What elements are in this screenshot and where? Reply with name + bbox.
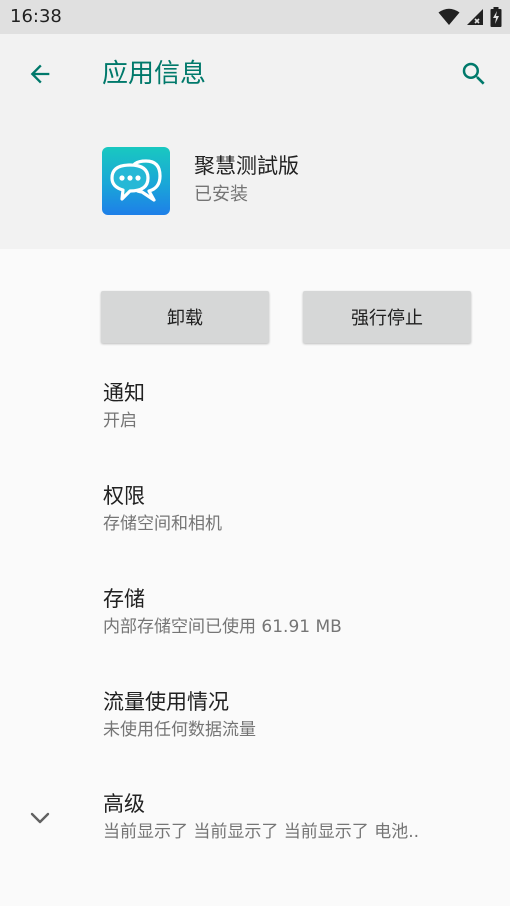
setting-permissions[interactable]: 权限 存储空间和相机 [103, 482, 222, 536]
chevron-down-icon [30, 812, 50, 824]
setting-title: 存储 [103, 587, 145, 611]
setting-summary: 未使用任何数据流量 [103, 720, 256, 740]
setting-summary: 内部存储空间已使用 61.91 MB [103, 617, 342, 637]
setting-title: 流量使用情况 [103, 690, 229, 714]
app-icon [102, 147, 170, 215]
setting-notifications[interactable]: 通知 开启 [103, 379, 145, 433]
page-title: 应用信息 [102, 59, 207, 89]
search-icon [462, 62, 485, 85]
setting-data-usage[interactable]: 流量使用情况 未使用任何数据流量 [103, 688, 256, 742]
uninstall-button[interactable]: 卸载 [101, 291, 269, 343]
app-name: 聚慧测試版 [194, 154, 299, 178]
setting-title: 通知 [103, 381, 145, 405]
app-info-header: 应用信息 聚慧测試版 已安装 [0, 34, 510, 249]
status-icons [438, 6, 502, 28]
setting-title: 高级 [103, 792, 145, 816]
arrow-back-icon [30, 64, 50, 84]
setting-storage[interactable]: 存储 内部存储空间已使用 61.91 MB [103, 585, 342, 639]
expand-advanced-button[interactable] [26, 804, 54, 832]
setting-summary: 当前显示了 当前显示了 当前显示了 电池.. [103, 822, 420, 842]
status-time: 16:38 [10, 6, 62, 27]
setting-advanced[interactable]: 高级 当前显示了 当前显示了 当前显示了 电池.. [103, 790, 419, 844]
setting-summary: 存储空间和相机 [103, 514, 222, 534]
back-button[interactable] [22, 56, 58, 92]
force-stop-button[interactable]: 强行停止 [303, 291, 471, 343]
search-button[interactable] [456, 56, 492, 92]
wifi-icon [438, 8, 460, 25]
setting-summary: 开启 [103, 411, 137, 431]
chat-bubbles-icon [110, 159, 162, 202]
status-bar: 16:38 [0, 0, 510, 34]
app-install-status: 已安装 [194, 184, 248, 205]
signal-icon [467, 9, 483, 25]
battery-charging-icon [490, 7, 502, 27]
setting-title: 权限 [103, 484, 145, 508]
